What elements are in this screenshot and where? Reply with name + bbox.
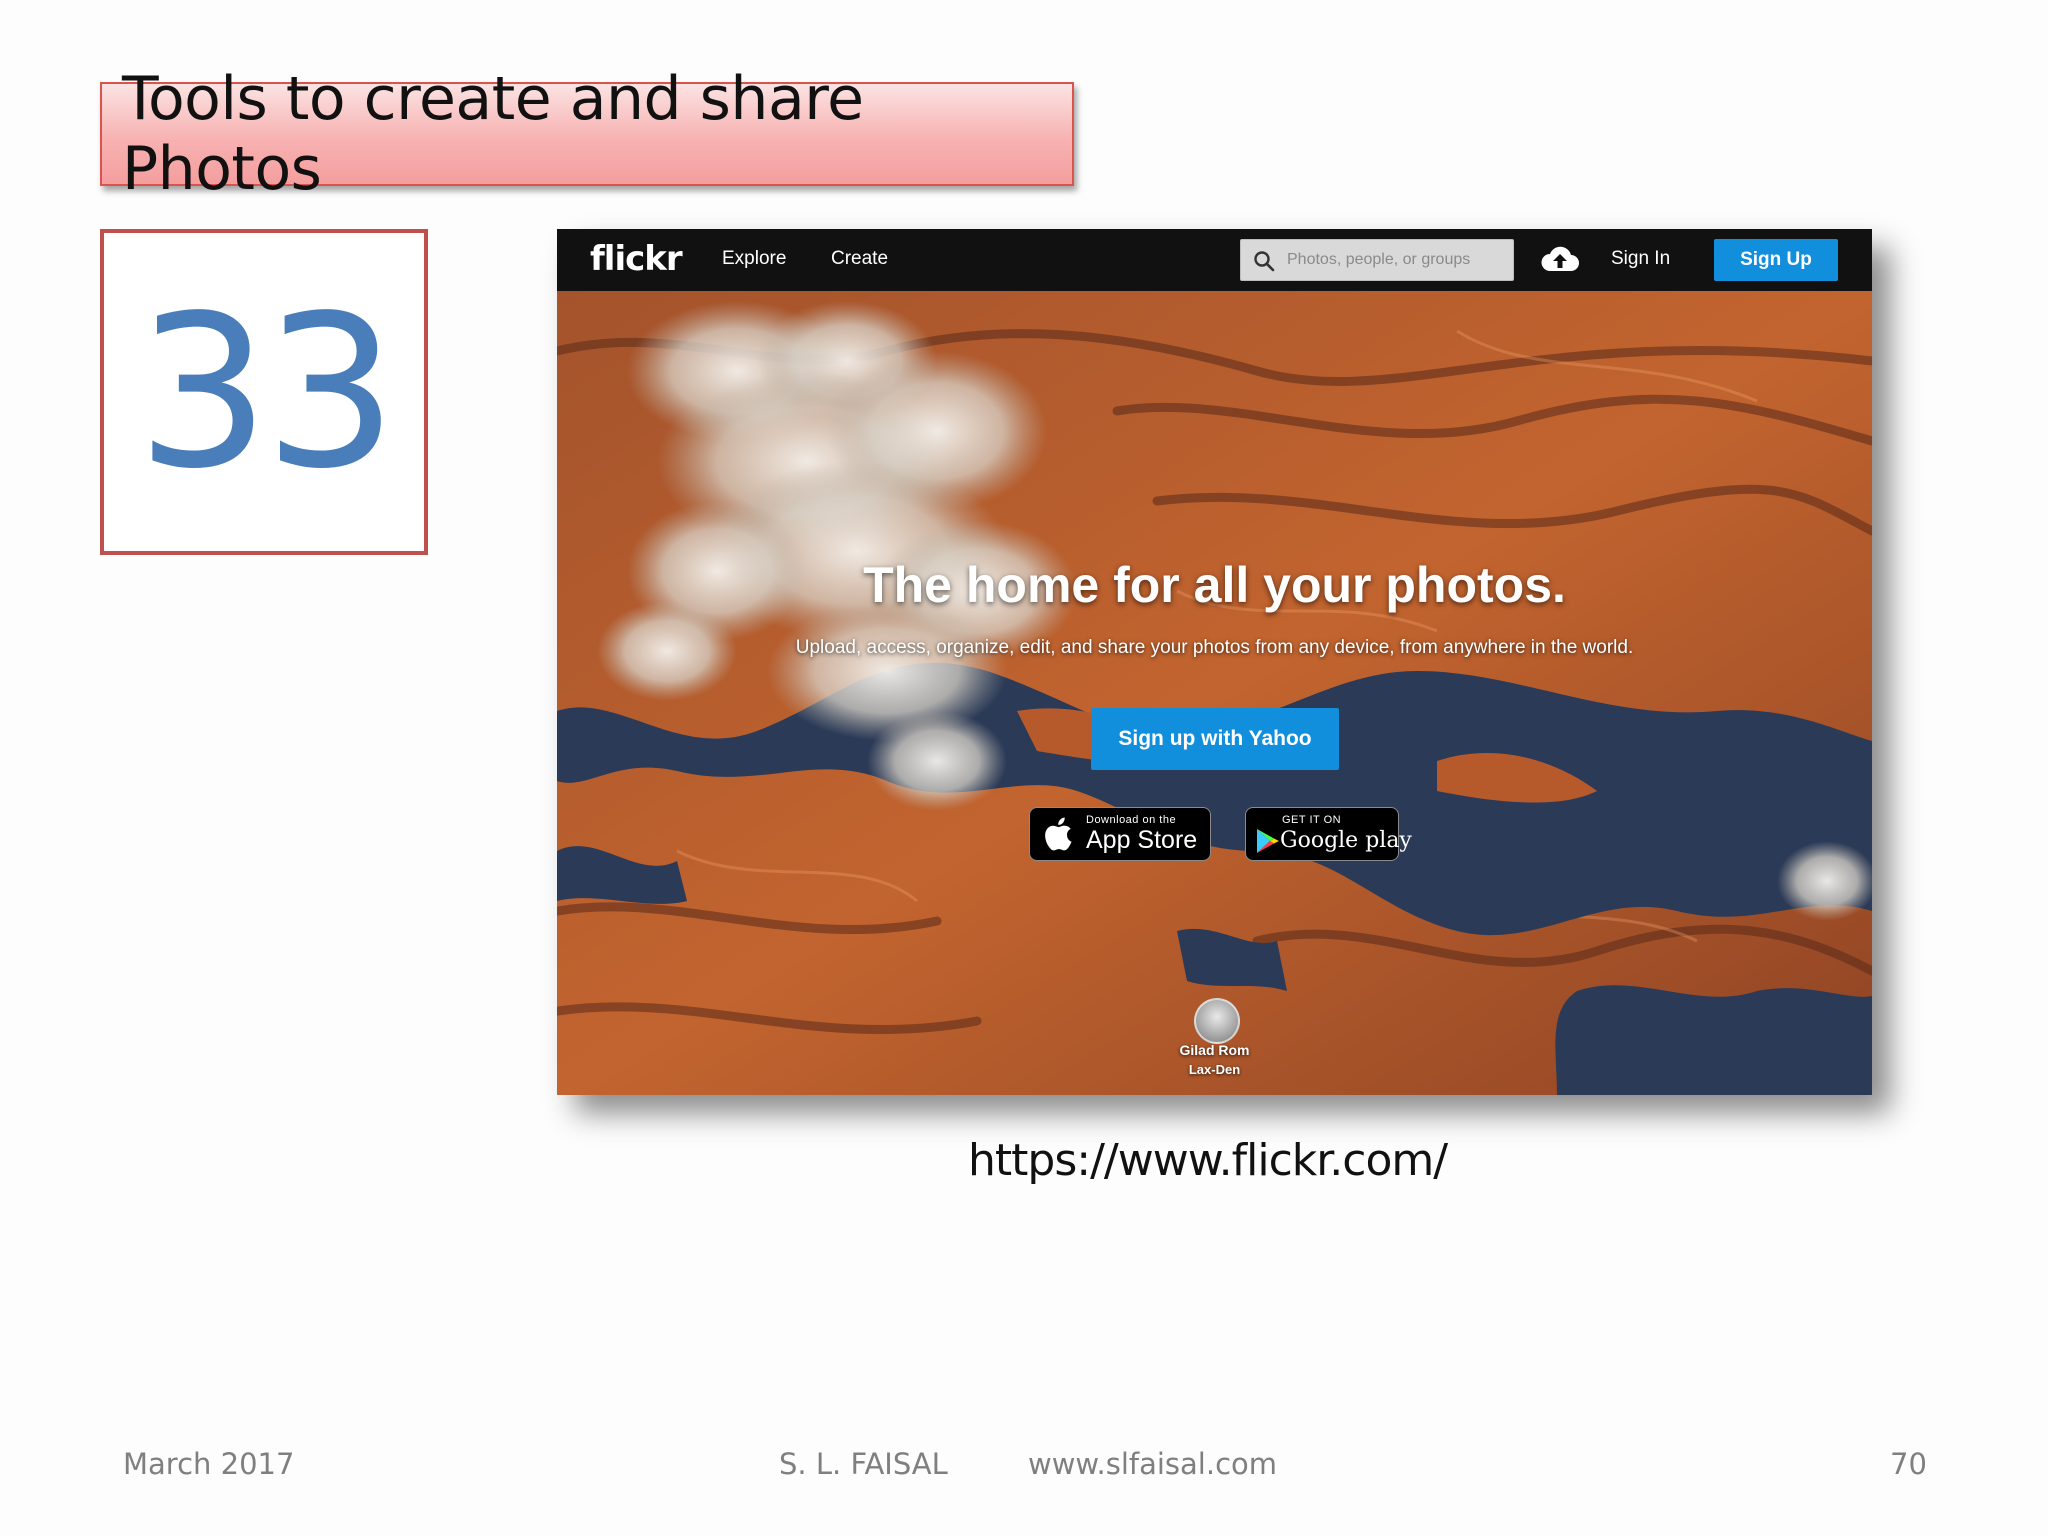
slide-item-number: 33 [136, 269, 397, 515]
footer-website: www.slfaisal.com [1028, 1447, 1278, 1481]
app-store-badge[interactable]: Download on the App Store [1029, 807, 1211, 861]
hero-subline: Upload, access, organize, edit, and shar… [795, 637, 1634, 658]
slide-title: Tools to create and share Photos [122, 64, 864, 204]
flickr-logo[interactable]: flickr [590, 239, 683, 279]
hero-headline: The home for all your photos. [863, 557, 1566, 613]
photographer-avatar[interactable] [1194, 998, 1240, 1044]
app-store-small-text: Download on the [1086, 814, 1177, 826]
google-play-big-text: Google play [1280, 828, 1412, 853]
slide: Tools to create and share Photos 33 flic… [0, 0, 2048, 1536]
photo-title[interactable]: Lax-Den [557, 1062, 1872, 1077]
footer-date: March 2017 [123, 1447, 295, 1481]
url-caption[interactable]: https://www.flickr.com/ [968, 1135, 1448, 1186]
footer-author: S. L. FAISAL [779, 1447, 948, 1481]
play-icon [1257, 829, 1279, 853]
google-play-small-text: GET IT ON [1282, 814, 1342, 826]
flickr-screenshot: flickr Explore Create Photos, people, or… [557, 229, 1872, 1095]
google-play-badge[interactable]: GET IT ON Google play [1245, 807, 1412, 861]
nav-explore-link[interactable]: Explore [722, 248, 786, 270]
slide-title-box: Tools to create and share Photos [100, 64, 1074, 204]
nav-create-link[interactable]: Create [831, 248, 888, 270]
slide-number-box: 33 [100, 229, 428, 555]
photographer-name[interactable]: Gilad Rom [557, 1042, 1872, 1058]
hero-section: The home for all your photos. Upload, ac… [557, 291, 1872, 1095]
search-icon [1254, 251, 1275, 272]
hero-background-image [557, 291, 1872, 1095]
search-placeholder: Photos, people, or groups [1287, 251, 1471, 268]
cloud-upload-icon[interactable] [1540, 243, 1580, 275]
flickr-navbar: flickr Explore Create Photos, people, or… [557, 229, 1872, 291]
apple-icon [1045, 817, 1072, 851]
sign-in-link[interactable]: Sign In [1611, 248, 1670, 270]
search-input[interactable]: Photos, people, or groups [1240, 239, 1514, 281]
sign-up-yahoo-button[interactable]: Sign up with Yahoo [1091, 708, 1339, 770]
sign-up-button[interactable]: Sign Up [1714, 239, 1838, 281]
footer-page-number: 70 [1890, 1447, 1927, 1481]
app-store-big-text: App Store [1086, 826, 1198, 854]
